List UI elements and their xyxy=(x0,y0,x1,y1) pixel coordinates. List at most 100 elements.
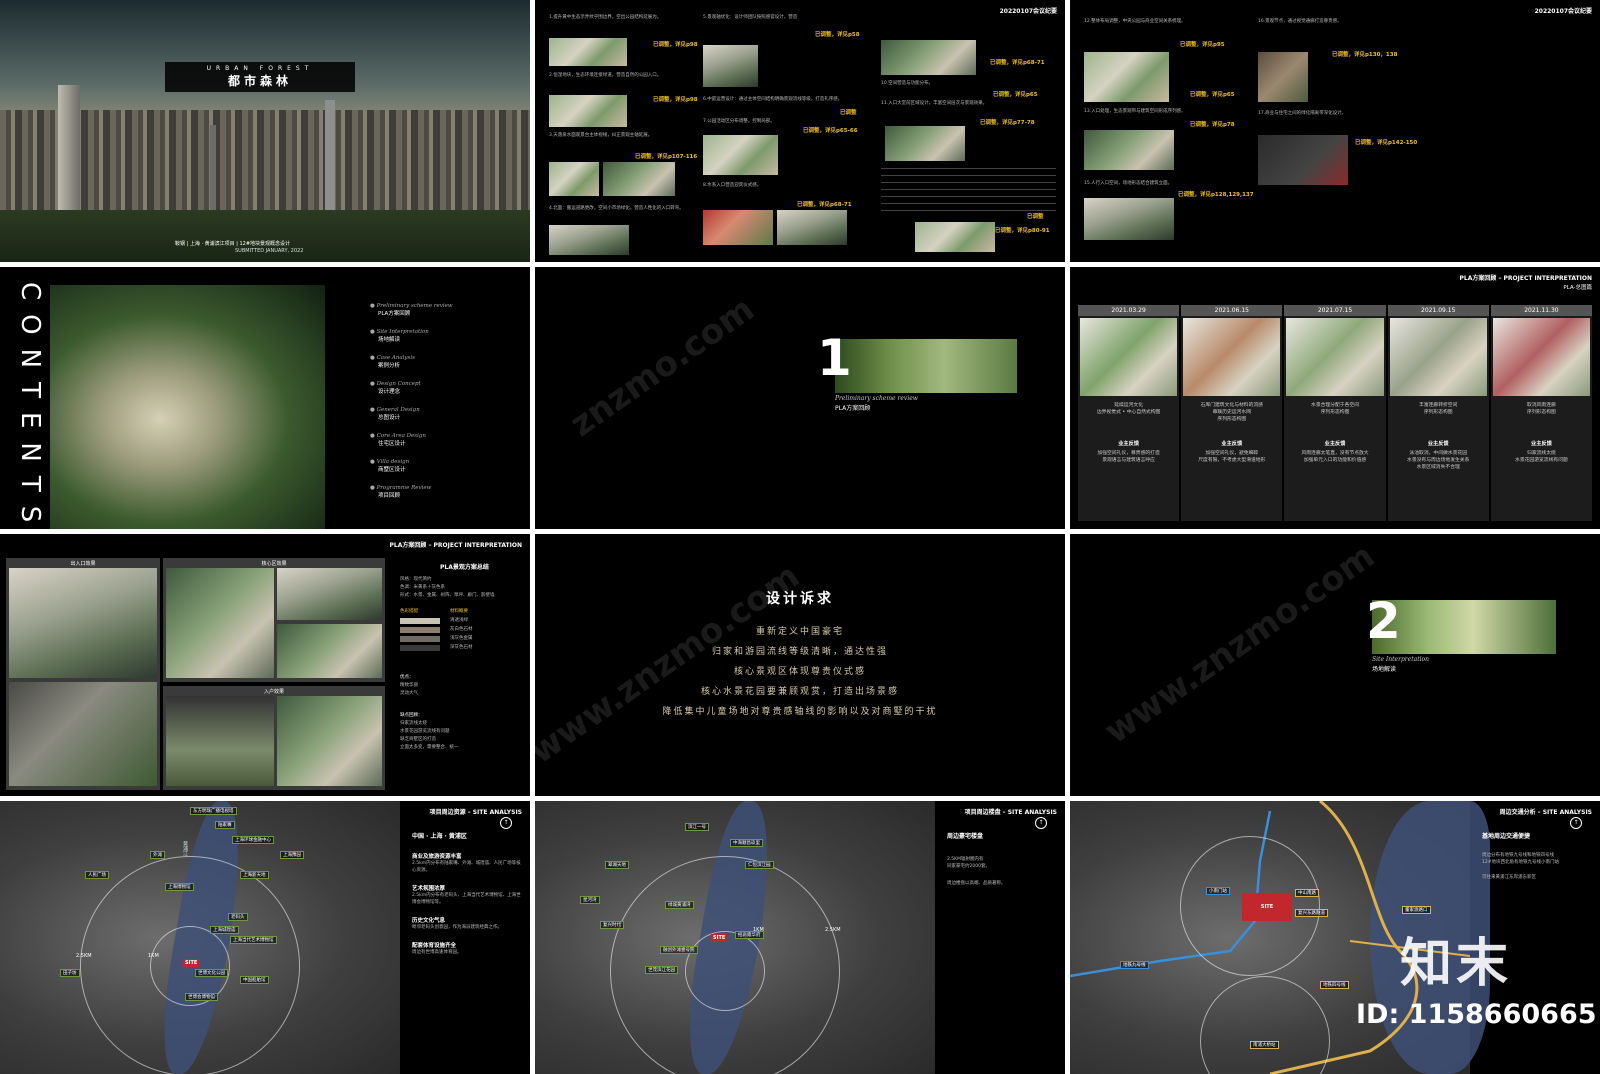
timeline-feedback-title: 业主反馈 xyxy=(1118,441,1139,447)
section2-en: Site Interpretation xyxy=(1372,656,1430,663)
estate-pin[interactable]: 融创外滩壹号院 xyxy=(660,946,698,954)
watermark-text-3: www.znzmo.com xyxy=(1097,536,1382,752)
traffic-road-4: 地铁四号线 xyxy=(1320,981,1349,989)
traffic-t2: 12#地块西北角有地铁九号线小南门站 xyxy=(1482,860,1559,865)
summary-adv-title: 优点： xyxy=(400,675,414,680)
minutes-p7: 7.公园活动区分布调整，控制局部。 xyxy=(703,119,775,124)
map-pin[interactable]: 上海豫园 xyxy=(280,851,304,859)
contents-item-8[interactable]: ● Programme Review 项目回顾 xyxy=(370,485,520,511)
minutes-photo-5 xyxy=(703,45,758,87)
summary-photo-6 xyxy=(166,696,274,786)
summary-swatch-1 xyxy=(400,618,440,624)
map-pin[interactable]: 外滩 xyxy=(150,851,165,859)
estate-pin[interactable]: 招商雍华府 xyxy=(735,931,764,939)
summary-dis-4: 立面太多变，需要整合、统一 xyxy=(400,745,459,750)
summary-photo-4 xyxy=(277,568,382,620)
estate-pin[interactable]: 星河湾 xyxy=(580,896,600,904)
summary-photos-right: 核心区效果 xyxy=(163,558,385,682)
timeline-col: 2021.11.30 取消风雨连廊 序列形态构图 业主反馈 归家流线太绕 水景花园游览… xyxy=(1490,305,1593,521)
map-pin[interactable]: 上海当代艺术博物馆 xyxy=(230,936,277,944)
contents-item-5[interactable]: ● General Design 总图设计 xyxy=(370,407,520,433)
slide-site-resources: 黄浦江 SITE 1KM 2.5KM 东方明珠广播电视塔 陆家嘴 上海环球金融中心外… xyxy=(0,801,530,1074)
minutes-p10-tag: 已调整，详见p65 xyxy=(993,92,1038,98)
map-pin[interactable]: 陆家嘴 xyxy=(215,821,235,829)
map-pin[interactable]: 中国船舶馆 xyxy=(240,976,269,984)
minutes2-photo-16 xyxy=(1258,52,1308,102)
timeline-plan-image xyxy=(1389,318,1487,396)
contents-item-7[interactable]: ● Villa design 商墅区设计 xyxy=(370,459,520,485)
timeline-plan-image xyxy=(1080,318,1178,396)
contents-item-2[interactable]: ● Site Interpretation 场地解读 xyxy=(370,329,520,355)
contents-item-1[interactable]: ● Preliminary scheme review PLA方案回顾 xyxy=(370,303,520,329)
estates-header: 项目周边楼盘 – SITE ANALYSIS xyxy=(964,809,1057,816)
cover-forest xyxy=(0,210,530,262)
estates-r2: 2.5KM xyxy=(825,927,841,933)
summary-mat-title: 色彩搭配 xyxy=(400,609,418,614)
minutes-p12-left xyxy=(881,168,1056,213)
map-pin[interactable]: 田子坊 xyxy=(60,969,80,977)
contents-photo xyxy=(50,285,325,529)
estate-pin[interactable]: 仁恒滨江园 xyxy=(745,861,774,869)
estate-pin[interactable]: 滨江一号 xyxy=(685,823,709,831)
cover-title-band: URBAN FOREST 都市森林 xyxy=(165,62,355,92)
summary-mat-3: 浅灰色金属 xyxy=(450,636,473,641)
map-pin[interactable]: 世博会博物馆 xyxy=(185,993,218,1001)
resources-site: SITE xyxy=(183,959,200,967)
map-pin[interactable]: 上海博物馆 xyxy=(165,883,194,891)
timeline-date: 2021.06.15 xyxy=(1181,305,1283,316)
map-pin[interactable]: 老码头 xyxy=(228,913,248,921)
summary-dis-3: 缺乏商墅区的打造 xyxy=(400,737,436,742)
contents-item-4[interactable]: ● Design Concept 设计理念 xyxy=(370,381,520,407)
estate-pin[interactable]: 中海顺昌玖里 xyxy=(730,839,763,847)
estates-compass: ↑ xyxy=(1035,817,1047,829)
minutes-plan-11 xyxy=(915,222,995,252)
minutes-p6: 6.中庭运营设计：通过主体空间结构明确景观流线等级，打造礼序感。 xyxy=(703,97,843,102)
estate-pin[interactable]: 复兴时代 xyxy=(600,921,624,929)
minutes-plan-3 xyxy=(549,162,599,196)
estates-title: 周边豪宅楼盘 xyxy=(947,833,984,840)
contents-item-6[interactable]: ● Core Area Design 住宅区设计 xyxy=(370,433,520,459)
estate-pin[interactable]: 绿城黄浦湾 xyxy=(665,901,694,909)
minutes2-plan-17 xyxy=(1258,135,1348,185)
slide-pla-timeline: PLA方案回顾 – PROJECT INTERPRETATION PLA-总图篇… xyxy=(1070,267,1600,529)
timeline-desc: 延续运河文化 边界视觉式 • 中心自然式构图 xyxy=(1096,403,1161,415)
minutes2-p13-tag: 已调整，详见p65 xyxy=(1190,92,1235,98)
map-pin[interactable]: 人民广场 xyxy=(85,871,109,879)
summary-dis-2: 水景花园游览流线有问题 xyxy=(400,729,450,734)
estate-pin[interactable]: 翠湖天地 xyxy=(605,861,629,869)
map-pin[interactable]: 上海城隍庙 xyxy=(210,926,239,934)
traffic-t3: 可往来黄浦江东岸浦东新区 xyxy=(1482,875,1536,880)
minutes2-p12-tag: 已调整，详见p95 xyxy=(1180,42,1225,48)
map-pin[interactable]: 上海新天地 xyxy=(240,871,269,879)
cover-tower-2 xyxy=(325,100,335,220)
timeline-desc: 丰富连廊转折空间 序列形态构图 xyxy=(1419,403,1458,415)
map-pin[interactable]: 东方明珠广播电视塔 xyxy=(190,807,237,815)
minutes-p5: 5.景观轴优化：设计师团队按照感官设计，营造 xyxy=(703,15,798,20)
summary-label-1: 出入口效果 xyxy=(70,561,96,567)
traffic-site: SITE xyxy=(1242,893,1292,921)
timeline-feedback-title: 业主反馈 xyxy=(1427,441,1449,447)
minutes-p8-tag: 已调整，详见p68-71 xyxy=(797,202,852,208)
summary-form: 形式：水景、金属、树阵、草坪、廊门、影壁墙 xyxy=(400,593,495,598)
summary-photo-7 xyxy=(277,696,382,786)
resources-r1: 1KM xyxy=(148,953,159,959)
estates-panel: 周边豪宅楼盘 2.5KM辐射圈内有 同家豪宅约2000套。 周边楼盘以高端、品质… xyxy=(947,831,1059,887)
minutes-p7-tag: 已调整，详见p65-66 xyxy=(803,128,858,134)
minutes-plan-2 xyxy=(549,95,627,127)
estate-pin[interactable]: 世茂滨江花园 xyxy=(645,966,678,974)
timeline-feedback: 归家流线太绕 水景花园游览流线有问题 xyxy=(1515,451,1568,463)
contents-vertical-title: CONTENTS xyxy=(15,282,45,529)
slide-design-demands: 设计诉求 重新定义中国豪宅 归家和游园流线等级清晰，通达性强 核心景观区体现尊贵… xyxy=(535,534,1065,796)
traffic-road-1: 中山南路 xyxy=(1295,889,1319,897)
timeline-desc: 水景合理分配于各空间 序列形态构图 xyxy=(1311,403,1359,415)
minutes-p2: 2.恒湿地块，生态环境连接绿道，营造自然的公园入口。 xyxy=(549,73,662,78)
minutes2-header: 20220107会议纪要 xyxy=(1534,8,1592,15)
summary-mat-4: 深灰色石材 xyxy=(450,645,473,650)
contents-item-3[interactable]: ● Case Analysis 案例分析 xyxy=(370,355,520,381)
map-pin[interactable]: 世博文化公园 xyxy=(195,969,228,977)
contents-list: ● Preliminary scheme review PLA方案回顾 ● Sit… xyxy=(370,303,520,511)
map-pin[interactable]: 上海环球金融中心 xyxy=(232,836,274,844)
minutes-plan-1 xyxy=(549,38,627,66)
traffic-t1: 周边分布有地铁九号线和地铁四号线 xyxy=(1482,853,1554,858)
minutes-p6-tag: 已调整 xyxy=(840,110,857,116)
